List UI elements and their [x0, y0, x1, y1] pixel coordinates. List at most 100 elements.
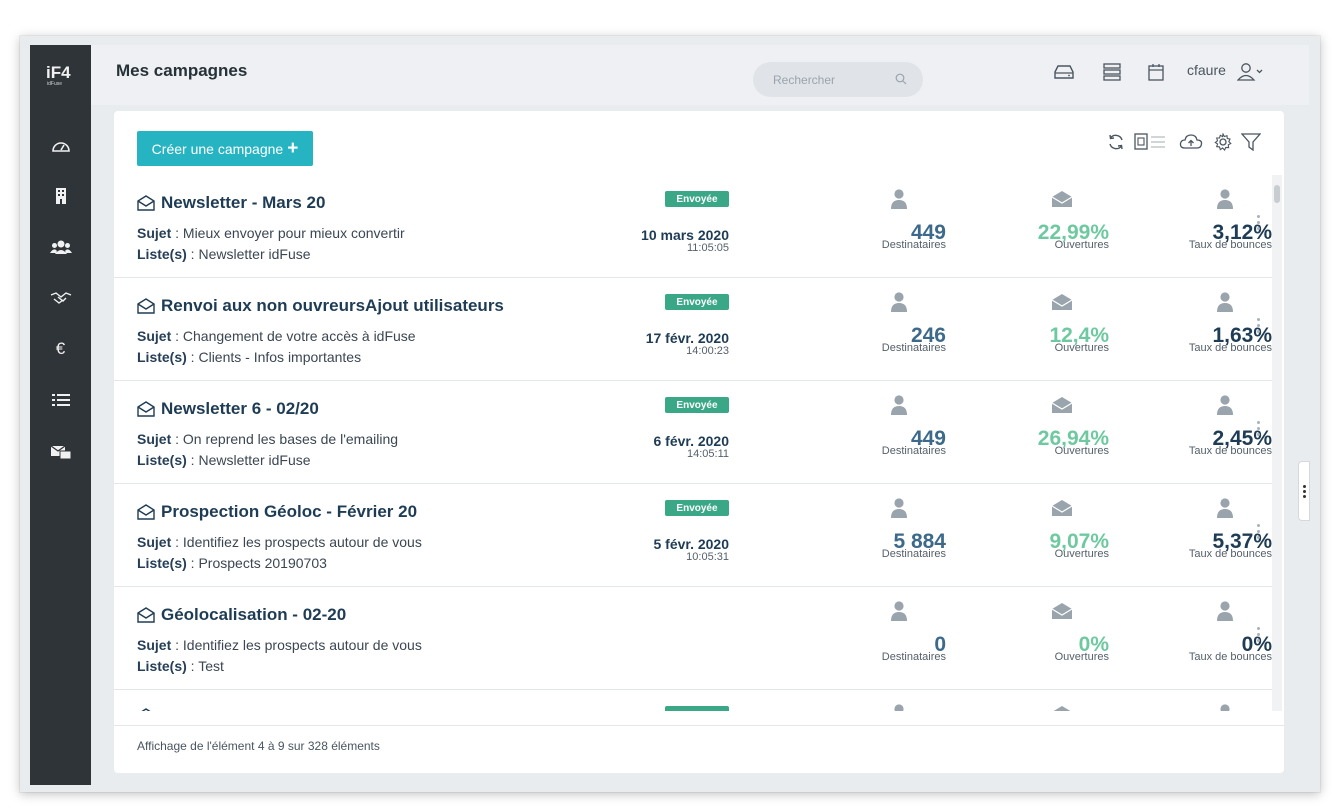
- send-date-day: 6 févr. 2020: [653, 433, 729, 449]
- recipients-label: Destinataires: [881, 548, 946, 560]
- inbox-icon[interactable]: [1053, 61, 1075, 83]
- filter-icon[interactable]: [1240, 131, 1262, 153]
- status-badge: Envoyée: [665, 500, 729, 516]
- subject-value: Changement de votre accès à idFuse: [182, 328, 416, 344]
- scrollbar-track[interactable]: [1272, 175, 1282, 711]
- search-input[interactable]: Rechercher: [753, 62, 923, 97]
- opens-label: Ouvertures: [1054, 239, 1109, 251]
- calendar-icon[interactable]: [1145, 61, 1167, 83]
- campaign-row-partial[interactable]: : :: [114, 690, 1272, 711]
- row-menu-icon[interactable]: [1254, 421, 1262, 441]
- campaign-title[interactable]: Newsletter 6 - 02/20: [137, 399, 319, 419]
- campaign-subject: Sujet : Identifiez les prospects autour …: [137, 534, 422, 550]
- campaign-subject: Sujet : Changement de votre accès à idFu…: [137, 328, 416, 344]
- lists-label: Liste(s): [137, 658, 187, 674]
- building-icon: [55, 188, 66, 204]
- envelope-open-filled-icon: [1051, 294, 1073, 310]
- export-icon[interactable]: [1134, 131, 1168, 153]
- send-date-time: 10:05:31: [686, 551, 729, 563]
- row-menu-icon[interactable]: [1254, 627, 1262, 647]
- subject-value: Identifiez les prospects autour de vous: [182, 534, 422, 550]
- sidebar-item-finance[interactable]: €: [30, 332, 91, 366]
- settings-icon[interactable]: [1212, 131, 1234, 153]
- sidebar-item-contacts[interactable]: [30, 230, 91, 264]
- send-date-time: 14:00:23: [686, 345, 729, 357]
- envelope-open-icon: [137, 504, 155, 520]
- gauge-icon: [51, 142, 70, 152]
- sidebar-item-companies[interactable]: [30, 179, 91, 213]
- subject-value: Identifiez les prospects autour de vous: [182, 637, 422, 653]
- server-icon[interactable]: [1101, 61, 1123, 83]
- sidebar-item-deals[interactable]: [30, 281, 91, 315]
- campaign-subject: Sujet : Mieux envoyer pour mieux convert…: [137, 225, 405, 241]
- row-menu-icon[interactable]: [1254, 318, 1262, 338]
- status-badge: Envoyée: [665, 191, 729, 207]
- campaign-title[interactable]: [137, 708, 161, 711]
- opens-stat: 22,99% Ouvertures: [997, 187, 1127, 251]
- campaign-row[interactable]: Prospection Géoloc - Février 20 Sujet : …: [114, 484, 1272, 587]
- row-menu-icon[interactable]: [1254, 524, 1262, 544]
- lists-value: Clients - Infos importantes: [198, 349, 362, 365]
- app-window: iF4 idFuse € Mes campagnes Rechercher cf…: [20, 36, 1320, 792]
- campaign-lists: Liste(s) : Clients - Infos importantes: [137, 349, 362, 365]
- send-date: 10 mars 2020 11:05:05: [641, 227, 729, 254]
- campaign-list[interactable]: Newsletter - Mars 20 Sujet : Mieux envoy…: [114, 175, 1272, 711]
- recipients-stat: 449 Destinataires: [834, 393, 964, 457]
- person-icon: [1217, 292, 1233, 312]
- cloud-upload-icon[interactable]: [1178, 131, 1204, 153]
- scrollbar-thumb[interactable]: [1274, 185, 1280, 203]
- campaign-row[interactable]: Géolocalisation - 02-20 Sujet : Identifi…: [114, 587, 1272, 690]
- recipients-label: Destinataires: [881, 239, 946, 251]
- campaign-title-text: Renvoi aux non ouvreursAjout utilisateur…: [161, 296, 504, 315]
- person-icon: [891, 292, 907, 312]
- list-icon: [51, 394, 70, 406]
- campaign-title[interactable]: Géolocalisation - 02-20: [137, 605, 346, 625]
- send-date-time: 11:05:05: [686, 242, 729, 254]
- user-menu-icon[interactable]: [1236, 61, 1266, 83]
- person-icon: [1217, 189, 1233, 209]
- username[interactable]: cfaure: [1187, 62, 1226, 78]
- opens-stat: 12,4% Ouvertures: [997, 290, 1127, 354]
- campaign-row[interactable]: Renvoi aux non ouvreursAjout utilisateur…: [114, 278, 1272, 381]
- lists-value: Newsletter idFuse: [198, 452, 311, 468]
- sidebar-item-campaigns[interactable]: [30, 435, 91, 469]
- recipients-stat: 246 Destinataires: [834, 290, 964, 354]
- bounces-label: Taux de bounces: [1188, 548, 1272, 560]
- create-campaign-button[interactable]: Créer une campagne +: [137, 131, 313, 166]
- recipients-stat: [834, 702, 964, 711]
- campaign-title[interactable]: Prospection Géoloc - Février 20: [137, 502, 417, 522]
- envelope-open-icon: [137, 195, 155, 211]
- opens-stat: [997, 702, 1127, 711]
- search-icon[interactable]: [895, 72, 907, 90]
- page-title: Mes campagnes: [116, 61, 248, 80]
- campaign-row[interactable]: Newsletter - Mars 20 Sujet : Mieux envoy…: [114, 175, 1272, 278]
- side-panel-toggle[interactable]: [1298, 461, 1310, 521]
- campaign-lists: Liste(s) : Newsletter idFuse: [137, 452, 311, 468]
- subject-label: Sujet: [137, 534, 172, 550]
- envelope-open-icon: [137, 298, 155, 314]
- opens-stat: 9,07% Ouvertures: [997, 496, 1127, 560]
- campaigns-card: Créer une campagne + Newsletter - Mars 2…: [114, 111, 1284, 773]
- refresh-icon[interactable]: [1105, 131, 1127, 153]
- campaign-title-text: Newsletter 6 - 02/20: [161, 399, 319, 418]
- sidebar: iF4 idFuse €: [30, 45, 91, 785]
- app-logo[interactable]: iF4 idFuse: [46, 63, 74, 89]
- status-badge: [665, 706, 729, 711]
- sidebar-item-dashboard[interactable]: [30, 129, 91, 163]
- subject-value: Mieux envoyer pour mieux convertir: [182, 225, 405, 241]
- sidebar-item-lists[interactable]: [30, 383, 91, 417]
- subject-label: Sujet: [137, 225, 172, 241]
- pagination-info: Affichage de l'élément 4 à 9 sur 328 élé…: [137, 739, 380, 753]
- envelope-open-icon: [137, 607, 155, 623]
- euro-icon: €: [55, 339, 66, 358]
- campaign-lists: Liste(s) : Prospects 20190703: [137, 555, 327, 571]
- campaign-row[interactable]: Newsletter 6 - 02/20 Sujet : On reprend …: [114, 381, 1272, 484]
- person-icon: [891, 189, 907, 209]
- lists-label: Liste(s): [137, 555, 187, 571]
- row-menu-icon[interactable]: [1254, 215, 1262, 235]
- subject-label: Sujet: [137, 637, 172, 653]
- status-badge: Envoyée: [665, 294, 729, 310]
- campaign-title[interactable]: Renvoi aux non ouvreursAjout utilisateur…: [137, 296, 504, 316]
- subject-label: Sujet: [137, 431, 172, 447]
- campaign-title[interactable]: Newsletter - Mars 20: [137, 193, 325, 213]
